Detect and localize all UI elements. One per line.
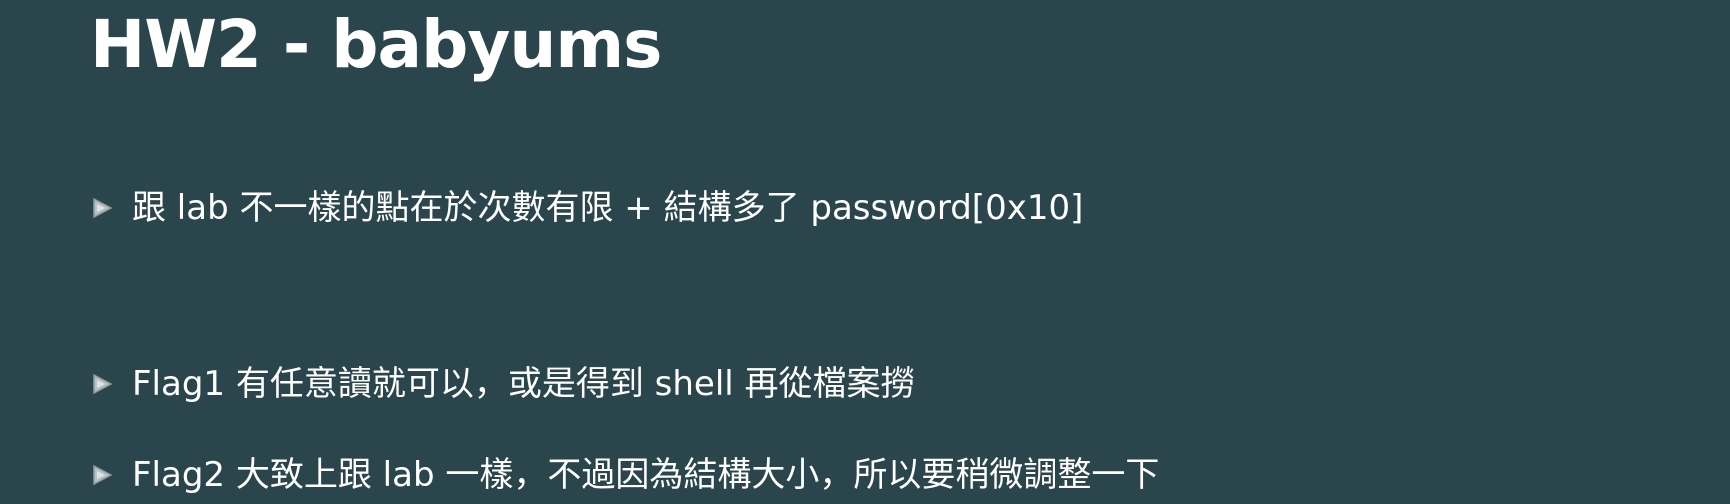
- triangle-bullet-icon: [93, 197, 113, 219]
- bullet-item: 跟 lab 不一樣的點在於次數有限 + 結構多了 password[0x10]: [90, 182, 1083, 234]
- bullet-text: Flag2 大致上跟 lab 一樣，不過因為結構大小，所以要稍微調整一下: [132, 455, 1160, 495]
- triangle-bullet-icon: [93, 464, 113, 486]
- bullet-item: Flag2 大致上跟 lab 一樣，不過因為結構大小，所以要稍微調整一下: [90, 449, 1159, 501]
- bullet-text: Flag1 有任意讀就可以，或是得到 shell 再從檔案撈: [132, 364, 915, 404]
- bullet-text: 跟 lab 不一樣的點在於次數有限 + 結構多了 password[0x10]: [132, 188, 1084, 228]
- slide: HW2 - babyums 跟 lab 不一樣的點在於次數有限 + 結構多了 p…: [0, 0, 1730, 504]
- bullet-item: Flag1 有任意讀就可以，或是得到 shell 再從檔案撈: [90, 358, 915, 410]
- slide-title: HW2 - babyums: [90, 6, 662, 83]
- triangle-bullet-icon: [93, 373, 113, 395]
